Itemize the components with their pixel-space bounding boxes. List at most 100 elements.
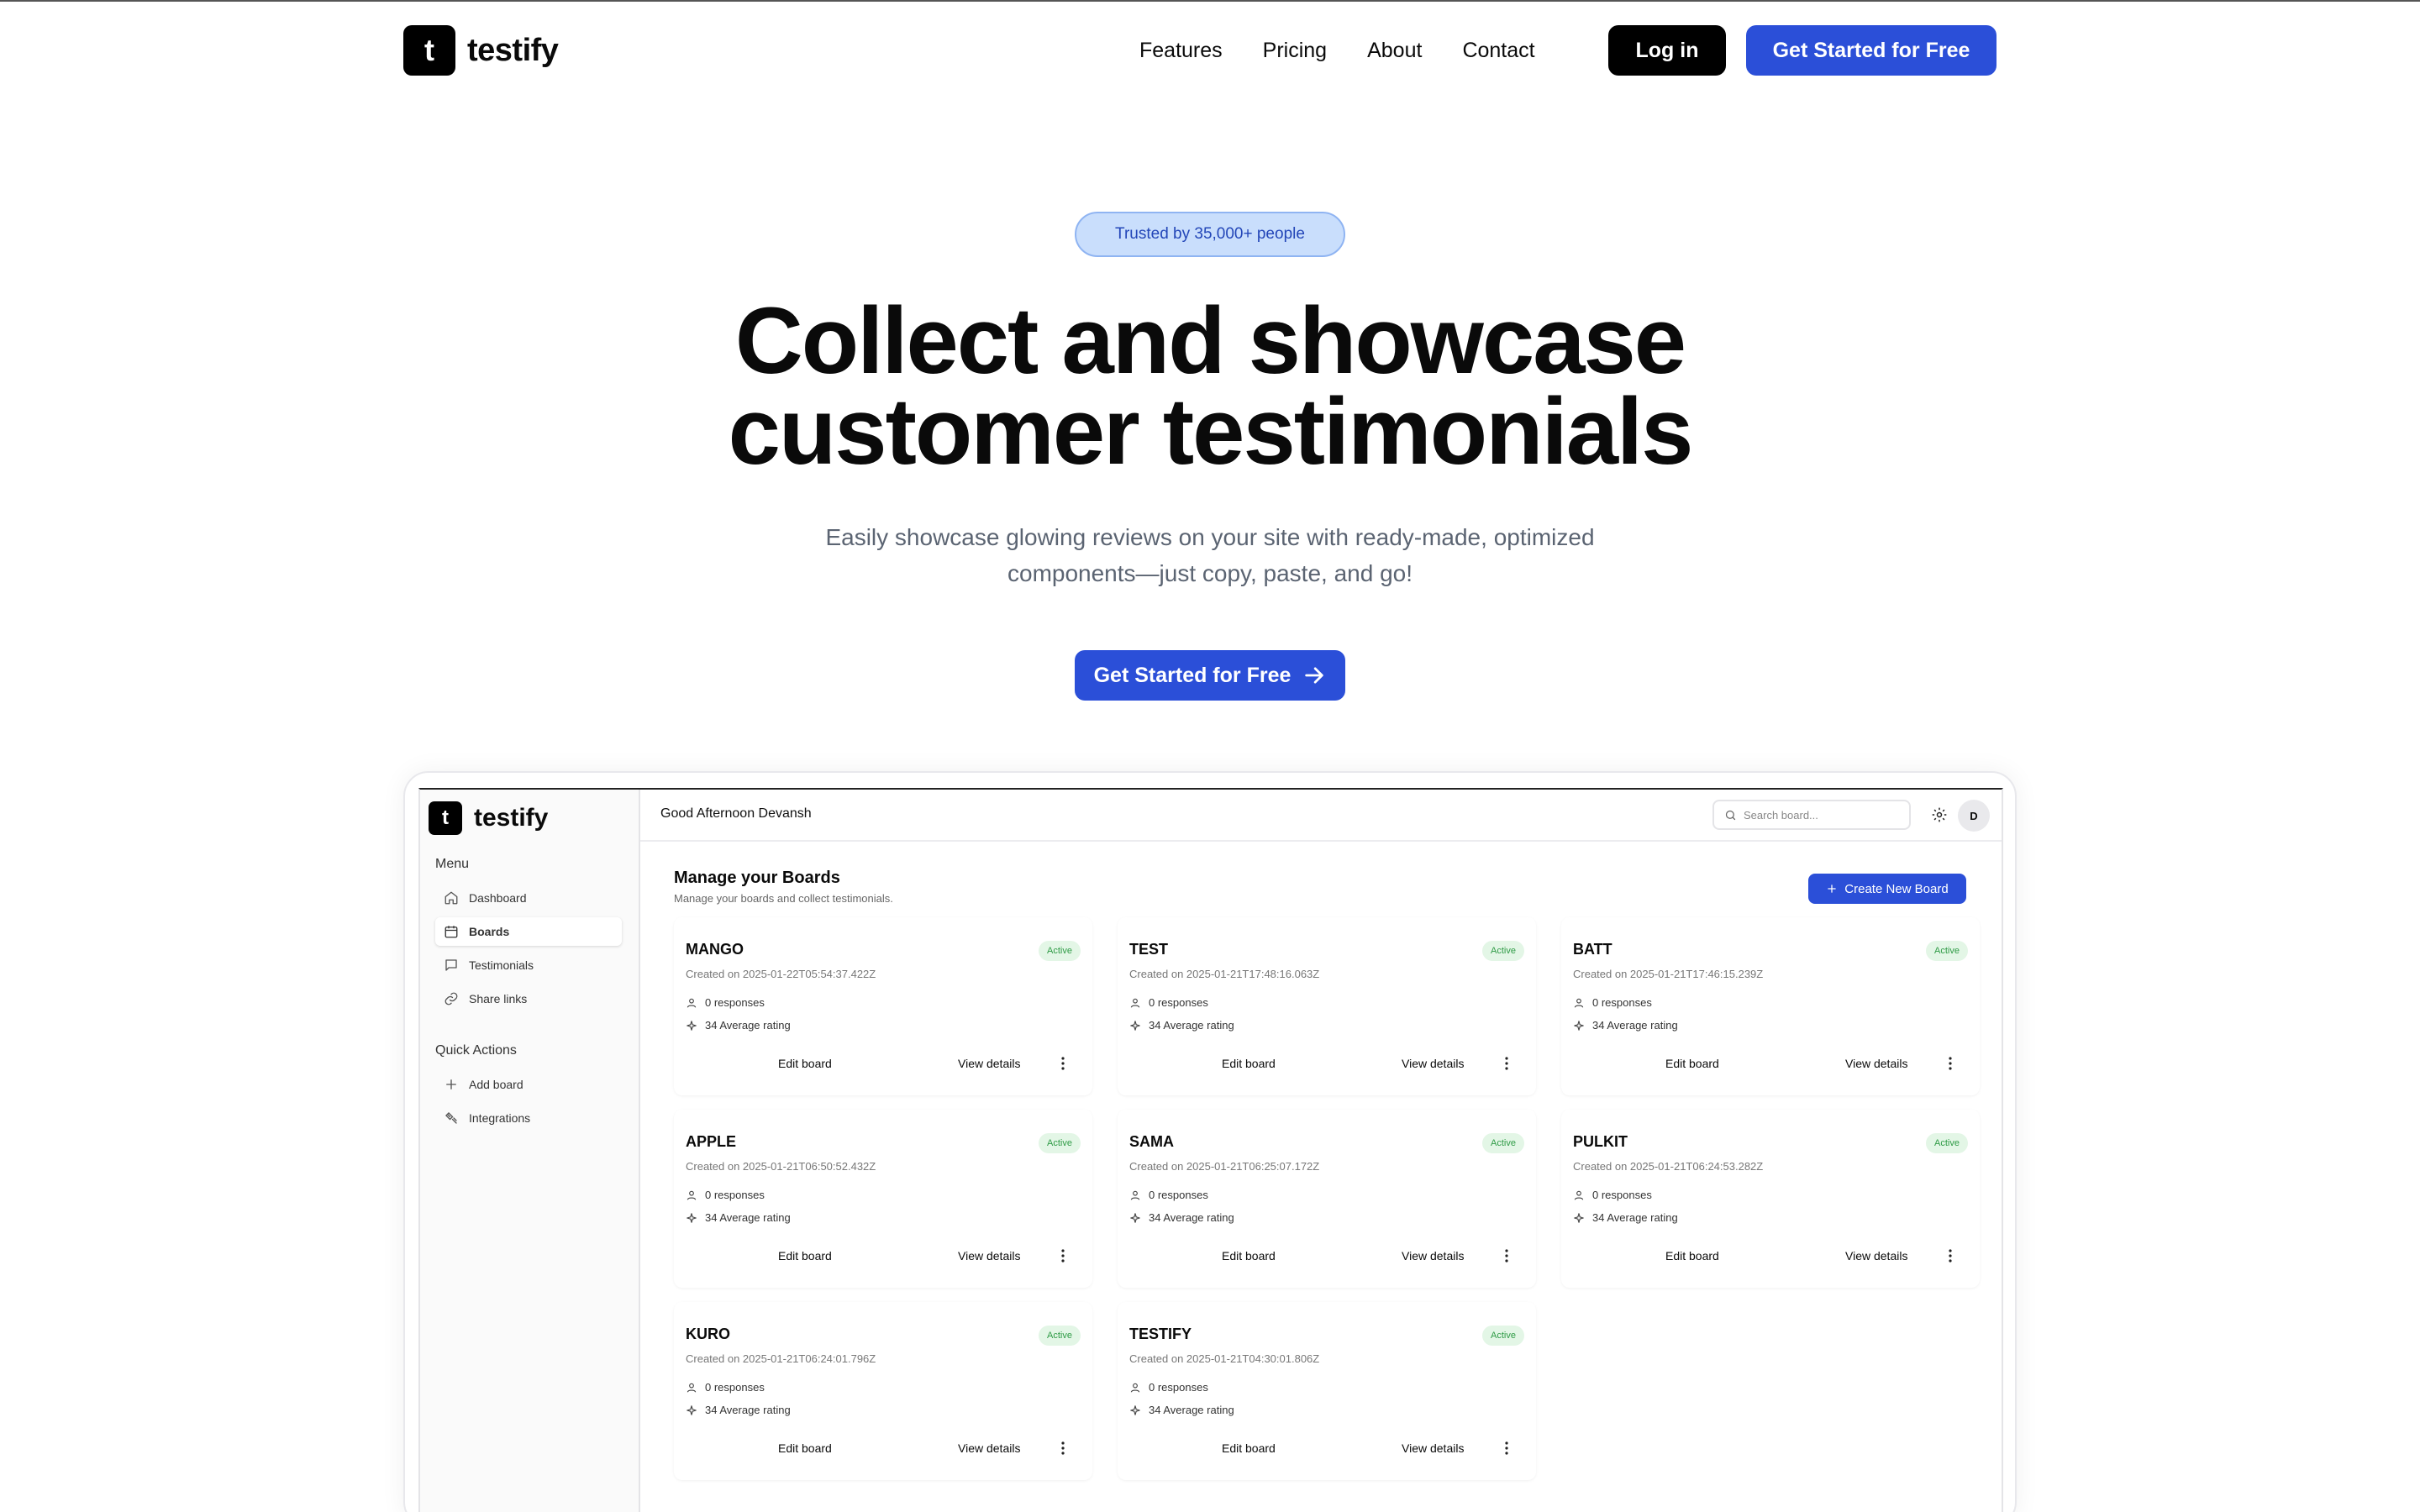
board-rating: 34 Average rating [1129,1019,1234,1032]
nav-link-features[interactable]: Features [1139,39,1223,63]
sidebar-item-dashboard[interactable]: Dashboard [435,884,622,912]
board-name: KURO [686,1326,730,1342]
sparkle-icon [1574,1020,1584,1031]
board-card[interactable]: TESTIFY Active Created on 2025-01-21T04:30… [1118,1302,1536,1480]
rating-value: 34 Average rating [1592,1211,1678,1224]
responses-count: 0 responses [705,996,765,1009]
view-details-button[interactable]: View details [1845,1249,1907,1263]
login-button[interactable]: Log in [1608,25,1726,76]
app-sidebar: t testify Menu Dashboard Boards Testimon… [420,790,640,1512]
sidebar-item-boards[interactable]: Boards [435,917,622,946]
gear-icon[interactable] [1931,806,1948,823]
board-responses: 0 responses [686,996,765,1009]
more-vertical-icon [1505,1057,1508,1070]
sparkle-icon [1130,1404,1140,1415]
brand-logo[interactable]: t testify [403,25,559,76]
rating-value: 34 Average rating [1149,1211,1234,1224]
view-details-button[interactable]: View details [1402,1057,1464,1070]
board-card[interactable]: KURO Active Created on 2025-01-21T06:24:01… [674,1302,1092,1480]
view-details-button[interactable]: View details [1402,1249,1464,1263]
arrow-right-icon [1305,667,1324,684]
board-card[interactable]: BATT Active Created on 2025-01-21T17:46:15… [1561,917,1980,1095]
menu-heading: Menu [435,857,470,871]
view-details-button[interactable]: View details [1402,1441,1464,1455]
message-icon [445,959,457,971]
sidebar-item-share-links[interactable]: Share links [435,984,622,1013]
rating-value: 34 Average rating [705,1404,791,1416]
avatar[interactable]: D [1958,800,1990,832]
board-card[interactable]: MANGO Active Created on 2025-01-22T05:54:3… [674,917,1092,1095]
quick-actions-heading: Quick Actions [435,1043,517,1058]
top-border [0,0,2420,2]
rating-value: 34 Average rating [1149,1019,1234,1032]
search-input[interactable]: Search board... [1712,800,1911,830]
nav-link-contact[interactable]: Contact [1462,39,1534,63]
nav-link-about[interactable]: About [1367,39,1422,63]
home-icon [445,891,458,905]
board-created-date: Created on 2025-01-21T17:46:15.239Z [1573,968,1764,980]
edit-board-button[interactable]: Edit board [1665,1249,1719,1263]
sidebar-item-label: Boards [469,925,510,938]
status-badge: Active [1039,1326,1081,1346]
board-card[interactable]: APPLE Active Created on 2025-01-21T06:50:5… [674,1110,1092,1288]
status-badge: Active [1482,1326,1524,1346]
view-details-button[interactable]: View details [958,1441,1020,1455]
hero-title-line2: customer testimonials [728,379,1694,484]
edit-board-button[interactable]: Edit board [778,1249,832,1263]
sidebar-item-add-board[interactable]: Add board [435,1070,622,1099]
get-started-hero-button[interactable]: Get Started for Free [1075,650,1345,701]
board-responses: 0 responses [1573,1189,1652,1201]
hero-subtitle: Easily showcase glowing reviews on your … [790,519,1630,591]
sidebar-logo[interactable]: t testify [429,801,548,835]
get-started-nav-button[interactable]: Get Started for Free [1746,25,1996,76]
sparkle-icon [1130,1020,1140,1031]
responses-count: 0 responses [1149,1189,1208,1201]
view-details-button[interactable]: View details [958,1057,1020,1070]
more-options-button[interactable] [1497,1246,1516,1266]
board-created-date: Created on 2025-01-21T06:24:01.796Z [686,1352,876,1365]
more-options-button[interactable] [1941,1246,1960,1266]
board-created-date: Created on 2025-01-21T06:25:07.172Z [1129,1160,1320,1173]
edit-board-button[interactable]: Edit board [1665,1057,1719,1070]
sidebar-item-integrations[interactable]: Integrations [435,1104,622,1132]
hero-subtitle-line1: Easily showcase glowing reviews on your … [825,524,1595,550]
board-responses: 0 responses [1129,1381,1208,1394]
more-vertical-icon [1505,1441,1508,1455]
app-window: t testify Menu Dashboard Boards Testimon… [418,788,2003,1512]
board-rating: 34 Average rating [1129,1211,1234,1224]
edit-board-button[interactable]: Edit board [1222,1441,1276,1455]
edit-board-button[interactable]: Edit board [1222,1249,1276,1263]
board-card[interactable]: PULKIT Active Created on 2025-01-21T06:24:… [1561,1110,1980,1288]
sidebar-item-label: Dashboard [469,891,527,905]
responses-count: 0 responses [1592,996,1652,1009]
sidebar-item-testimonials[interactable]: Testimonials [435,951,622,979]
board-card[interactable]: TEST Active Created on 2025-01-21T17:48:16… [1118,917,1536,1095]
more-options-button[interactable] [1497,1053,1516,1074]
user-icon [1574,998,1584,1008]
plug-icon [445,1112,457,1124]
more-options-button[interactable] [1497,1438,1516,1458]
board-created-date: Created on 2025-01-22T05:54:37.422Z [686,968,876,980]
hero-subtitle-line2: components—just copy, paste, and go! [1007,560,1413,586]
board-rating: 34 Average rating [1573,1211,1678,1224]
view-details-button[interactable]: View details [958,1249,1020,1263]
board-card[interactable]: SAMA Active Created on 2025-01-21T06:25:07… [1118,1110,1536,1288]
nav-link-pricing[interactable]: Pricing [1263,39,1327,63]
edit-board-button[interactable]: Edit board [778,1441,832,1455]
board-name: SAMA [1129,1133,1174,1150]
more-options-button[interactable] [1941,1053,1960,1074]
board-name: APPLE [686,1133,737,1150]
more-options-button[interactable] [1054,1053,1072,1074]
board-name: TEST [1129,941,1169,958]
view-details-button[interactable]: View details [1845,1057,1907,1070]
edit-board-button[interactable]: Edit board [1222,1057,1276,1070]
status-badge: Active [1926,1133,1968,1153]
more-options-button[interactable] [1054,1246,1072,1266]
link-icon [445,992,458,1005]
edit-board-button[interactable]: Edit board [778,1057,832,1070]
rating-value: 34 Average rating [1149,1404,1234,1416]
more-options-button[interactable] [1054,1438,1072,1458]
board-created-date: Created on 2025-01-21T04:30:01.806Z [1129,1352,1320,1365]
create-board-button[interactable]: Create New Board [1808,874,1966,904]
more-vertical-icon [1061,1057,1065,1070]
